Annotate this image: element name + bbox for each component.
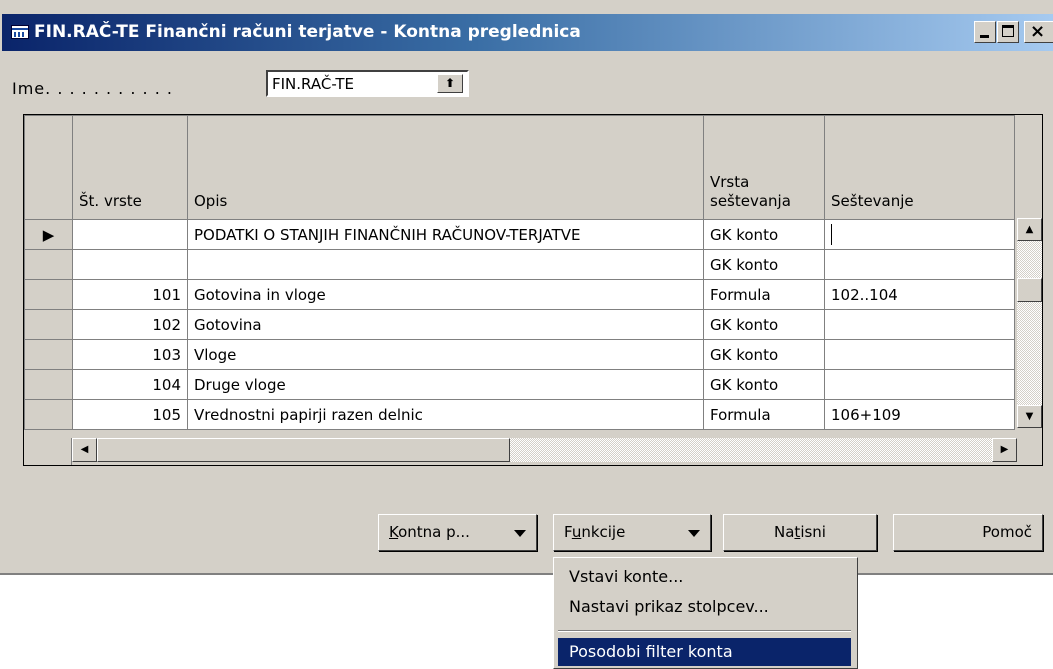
column-header-totaling-type[interactable]: Vrsta seštevanja <box>703 115 825 220</box>
vertical-scrollbar[interactable]: ▲ ▼ <box>1017 218 1042 428</box>
row-no-cell[interactable]: 102 <box>72 309 188 340</box>
arrow-left-icon: ◀ <box>80 444 89 455</box>
schedule-table: Št. vrste Opis Vrsta seštevanja Seštevan… <box>24 115 1015 430</box>
description-cell[interactable]: Vrednostni papirji razen delnic <box>187 399 704 430</box>
horizontal-scroll-thumb[interactable] <box>97 438 510 462</box>
row-selector[interactable] <box>24 369 73 400</box>
grid-corner <box>24 438 72 465</box>
row-selector[interactable] <box>24 249 73 280</box>
print-label-start: Na <box>774 523 795 541</box>
dropdown-arrow-icon <box>514 530 526 537</box>
functions-button[interactable]: Funkcije <box>553 514 711 551</box>
scroll-down-button[interactable]: ▼ <box>1017 405 1042 428</box>
totaling-cell[interactable] <box>824 339 1015 370</box>
table-row[interactable]: 102 Gotovina GK konto <box>24 309 1015 340</box>
description-cell[interactable]: Gotovina <box>187 309 704 340</box>
functions-label-end: nkcije <box>581 523 626 541</box>
totaling-cell[interactable] <box>824 309 1015 340</box>
description-cell[interactable]: Druge vloge <box>187 369 704 400</box>
column-header-totaling[interactable]: Seštevanje <box>824 115 1015 220</box>
menu-separator <box>558 630 851 632</box>
functions-dropdown-menu: Vstavi konte... Nastavi prikaz stolpcev.… <box>553 557 858 669</box>
column-header-row-no[interactable]: Št. vrste <box>72 115 188 220</box>
row-selector-header <box>24 115 73 220</box>
account-schedule-grid: Št. vrste Opis Vrsta seštevanja Seštevan… <box>23 114 1043 466</box>
name-field[interactable]: FIN.RAČ-TE ⬆ <box>266 70 469 97</box>
vertical-scroll-thumb[interactable] <box>1017 278 1042 302</box>
current-row-arrow-icon: ▶ <box>42 225 55 244</box>
totaling-cell[interactable] <box>824 369 1015 400</box>
text-cursor <box>831 224 832 245</box>
totaling-type-cell[interactable]: Formula <box>703 279 825 310</box>
row-selector[interactable] <box>24 309 73 340</box>
menu-item-set-column-layout[interactable]: Nastavi prikaz stolpcev... <box>558 593 851 621</box>
row-selector[interactable] <box>24 399 73 430</box>
table-row[interactable]: ▶ PODATKI O STANJIH FINANČNIH RAČUNOV-TE… <box>24 219 1015 250</box>
row-no-cell[interactable]: 105 <box>72 399 188 430</box>
description-cell[interactable] <box>187 249 704 280</box>
table-row[interactable]: 105 Vrednostni papirji razen delnic Form… <box>24 399 1015 430</box>
totaling-cell[interactable] <box>824 219 1015 250</box>
row-no-cell[interactable]: 104 <box>72 369 188 400</box>
print-button[interactable]: Natisni <box>723 514 877 551</box>
totaling-cell[interactable]: 102..104 <box>824 279 1015 310</box>
dropdown-arrow-icon <box>688 530 700 537</box>
account-schedule-mnemonic: K <box>389 523 399 541</box>
row-selector[interactable] <box>24 279 73 310</box>
minimize-button[interactable] <box>974 21 996 43</box>
menu-item-update-account-filter[interactable]: Posodobi filter konta <box>558 638 851 666</box>
menu-item-insert-accounts[interactable]: Vstavi konte... <box>558 563 851 591</box>
totaling-cell[interactable]: 106+109 <box>824 399 1015 430</box>
account-schedule-window: FIN.RAČ-TE Finančni računi terjatve - Ko… <box>0 0 1053 575</box>
row-no-cell[interactable] <box>72 219 188 250</box>
horizontal-scrollbar[interactable]: ◀ ▶ <box>72 438 1017 462</box>
totaling-type-cell[interactable]: GK konto <box>703 339 825 370</box>
table-window-icon <box>11 25 29 39</box>
totaling-type-cell[interactable]: GK konto <box>703 249 825 280</box>
functions-label-start: F <box>564 523 572 541</box>
scroll-right-button[interactable]: ▶ <box>992 438 1017 462</box>
description-cell[interactable]: PODATKI O STANJIH FINANČNIH RAČUNOV-TERJ… <box>187 219 704 250</box>
account-schedule-label: ontna p... <box>398 523 470 541</box>
name-label: Ime. . . . . . . . . . . <box>12 79 173 98</box>
close-button[interactable]: × <box>1024 21 1053 43</box>
close-icon: × <box>1030 21 1046 42</box>
totaling-type-cell[interactable]: Formula <box>703 399 825 430</box>
row-selector[interactable]: ▶ <box>24 219 73 250</box>
totaling-type-cell[interactable]: GK konto <box>703 219 825 250</box>
scroll-left-button[interactable]: ◀ <box>72 438 97 462</box>
arrow-up-icon: ▲ <box>1025 224 1034 235</box>
totaling-type-cell[interactable]: GK konto <box>703 369 825 400</box>
arrow-down-icon: ▼ <box>1025 411 1034 422</box>
description-cell[interactable]: Gotovina in vloge <box>187 279 704 310</box>
row-no-cell[interactable]: 103 <box>72 339 188 370</box>
arrow-right-icon: ▶ <box>1000 444 1009 455</box>
arrow-up-icon: ⬆ <box>444 76 456 90</box>
scroll-up-button[interactable]: ▲ <box>1017 218 1042 241</box>
table-row[interactable]: 103 Vloge GK konto <box>24 339 1015 370</box>
title-bar[interactable]: FIN.RAČ-TE Finančni računi terjatve - Ko… <box>2 14 1053 51</box>
functions-mnemonic: u <box>571 523 582 541</box>
help-button[interactable]: Pomoč <box>893 514 1043 551</box>
totaling-type-cell[interactable]: GK konto <box>703 309 825 340</box>
print-label-end: isni <box>800 523 826 541</box>
name-value: FIN.RAČ-TE <box>272 75 355 93</box>
column-header-description[interactable]: Opis <box>187 115 704 220</box>
table-row[interactable]: GK konto <box>24 249 1015 280</box>
row-no-cell[interactable] <box>72 249 188 280</box>
lookup-button[interactable]: ⬆ <box>437 74 463 93</box>
table-row[interactable]: 104 Druge vloge GK konto <box>24 369 1015 400</box>
row-selector[interactable] <box>24 339 73 370</box>
row-no-cell[interactable]: 101 <box>72 279 188 310</box>
maximize-button[interactable] <box>997 21 1019 43</box>
totaling-cell[interactable] <box>824 249 1015 280</box>
description-cell[interactable]: Vloge <box>187 339 704 370</box>
table-row[interactable]: 101 Gotovina in vloge Formula 102..104 <box>24 279 1015 310</box>
account-schedule-button[interactable]: Kontna p... <box>378 514 537 551</box>
window-title: FIN.RAČ-TE Finančni računi terjatve - Ko… <box>34 22 581 42</box>
